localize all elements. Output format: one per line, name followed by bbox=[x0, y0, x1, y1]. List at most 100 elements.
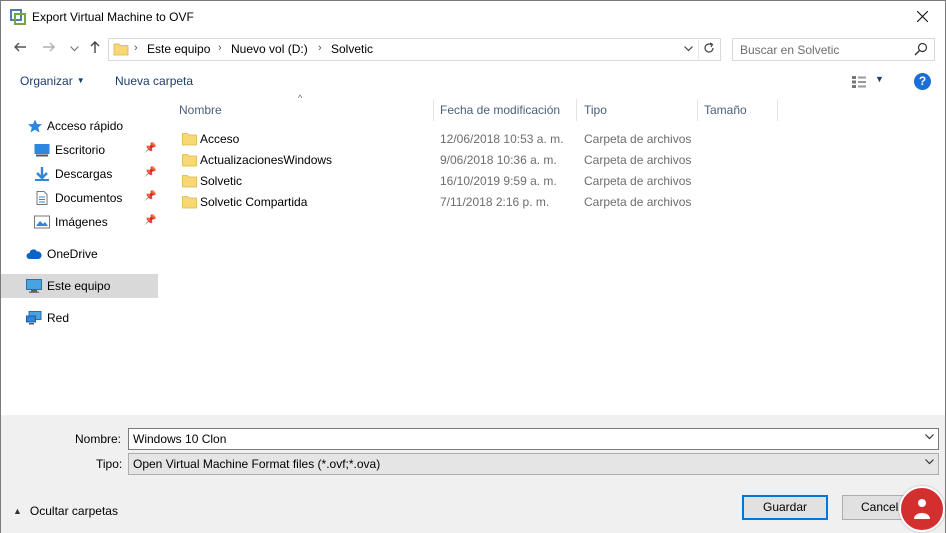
help-icon[interactable]: ? bbox=[914, 73, 931, 90]
file-name: Solvetic bbox=[200, 174, 243, 188]
sidebar-item-label: Descargas bbox=[55, 167, 113, 181]
new-folder-button[interactable]: Nueva carpeta bbox=[115, 74, 193, 88]
back-arrow-icon bbox=[14, 42, 26, 52]
file-type-dropdown-button[interactable] bbox=[925, 457, 934, 468]
recent-locations-button[interactable] bbox=[65, 40, 83, 58]
sidebar-item-label: Red bbox=[47, 311, 70, 325]
navigation-bar: › Este equipo › Nuevo vol (D:) › Solveti… bbox=[1, 35, 945, 63]
file-type: Carpeta de archivos bbox=[584, 132, 692, 146]
sidebar-item-imagenes[interactable]: Imágenes 📌 bbox=[1, 210, 158, 234]
column-divider[interactable] bbox=[576, 99, 577, 121]
file-list: ^ Nombre Fecha de modificación Tipo Tama… bbox=[161, 93, 945, 415]
organize-label: Organizar bbox=[20, 74, 73, 88]
view-options-icon[interactable] bbox=[851, 75, 867, 89]
breadcrumb-este-equipo[interactable]: Este equipo bbox=[147, 42, 210, 56]
file-type-select[interactable]: Open Virtual Machine Format files (*.ovf… bbox=[128, 453, 939, 475]
address-bar[interactable]: › Este equipo › Nuevo vol (D:) › Solveti… bbox=[108, 38, 721, 61]
caret-down-icon: ▼ bbox=[76, 76, 85, 85]
column-divider[interactable] bbox=[777, 99, 778, 121]
view-options-caret-icon[interactable]: ▼ bbox=[875, 74, 884, 84]
file-row[interactable]: Solvetic Compartida 7/11/2018 2:16 p. m.… bbox=[179, 192, 699, 213]
document-icon bbox=[36, 191, 48, 205]
file-type: Carpeta de archivos bbox=[584, 174, 692, 188]
sidebar-item-descargas[interactable]: Descargas 📌 bbox=[1, 162, 158, 186]
sidebar-item-documentos[interactable]: Documentos 📌 bbox=[1, 186, 158, 210]
sidebar-item-acceso-rapido[interactable]: Acceso rápido bbox=[1, 114, 158, 138]
title-bar: Export Virtual Machine to OVF bbox=[1, 1, 945, 33]
sort-ascending-icon: ^ bbox=[298, 93, 303, 103]
sidebar-item-onedrive[interactable]: OneDrive bbox=[1, 242, 158, 266]
file-row[interactable]: Solvetic 16/10/2019 9:59 a. m. Carpeta d… bbox=[179, 171, 699, 192]
solvetic-logo bbox=[899, 486, 945, 532]
file-name-label: Nombre: bbox=[75, 432, 122, 446]
sidebar-item-label: Imágenes bbox=[55, 215, 108, 229]
sidebar-item-escritorio[interactable]: Escritorio 📌 bbox=[1, 138, 158, 162]
refresh-button[interactable] bbox=[698, 40, 718, 59]
forward-button[interactable] bbox=[40, 40, 58, 58]
folder-icon bbox=[113, 43, 129, 56]
file-date: 12/06/2018 10:53 a. m. bbox=[440, 132, 564, 146]
file-name-combobox bbox=[128, 428, 939, 450]
folder-icon bbox=[182, 175, 197, 188]
file-type: Carpeta de archivos bbox=[584, 153, 692, 167]
sidebar-item-este-equipo[interactable]: Este equipo bbox=[1, 274, 158, 298]
breadcrumb-separator: › bbox=[318, 42, 322, 54]
column-header-date[interactable]: Fecha de modificación bbox=[440, 103, 560, 117]
folder-icon bbox=[182, 133, 197, 146]
sidebar-item-label: Este equipo bbox=[47, 279, 111, 293]
file-row[interactable]: ActualizacionesWindows 9/06/2018 10:36 a… bbox=[179, 150, 699, 171]
breadcrumb-nuevo-vol[interactable]: Nuevo vol (D:) bbox=[231, 42, 308, 56]
chevron-down-icon bbox=[69, 46, 79, 52]
pictures-icon bbox=[34, 215, 50, 229]
close-button[interactable] bbox=[899, 1, 945, 32]
pin-icon[interactable]: 📌 bbox=[144, 191, 156, 202]
folder-icon bbox=[182, 196, 197, 209]
pin-icon[interactable]: 📌 bbox=[144, 215, 156, 226]
refresh-icon bbox=[703, 42, 714, 53]
search-icon[interactable] bbox=[914, 42, 928, 56]
save-options-panel: Nombre: Tipo: Open Virtual Machine Forma… bbox=[1, 415, 945, 533]
file-name: Solvetic Compartida bbox=[200, 195, 308, 209]
column-header-name[interactable]: Nombre bbox=[179, 103, 222, 117]
network-icon bbox=[26, 311, 42, 325]
chevron-down-icon bbox=[683, 46, 693, 52]
vmware-app-icon bbox=[10, 9, 26, 25]
up-button[interactable] bbox=[86, 40, 104, 58]
breadcrumb-solvetic[interactable]: Solvetic bbox=[331, 42, 373, 56]
back-button[interactable] bbox=[11, 40, 29, 58]
sidebar-item-label: OneDrive bbox=[47, 247, 98, 261]
file-row[interactable]: Acceso 12/06/2018 10:53 a. m. Carpeta de… bbox=[179, 129, 699, 150]
save-button[interactable]: Guardar bbox=[742, 495, 828, 520]
column-divider[interactable] bbox=[697, 99, 698, 121]
file-name-input[interactable] bbox=[129, 429, 914, 449]
file-type-value: Open Virtual Machine Format files (*.ovf… bbox=[133, 457, 381, 471]
file-type: Carpeta de archivos bbox=[584, 195, 692, 209]
pin-icon[interactable]: 📌 bbox=[144, 143, 156, 154]
column-header-type[interactable]: Tipo bbox=[584, 103, 607, 117]
sidebar-item-label: Escritorio bbox=[55, 143, 106, 157]
hide-folders-toggle[interactable]: ▲ Ocultar carpetas bbox=[13, 504, 118, 518]
breadcrumb-separator: › bbox=[134, 42, 138, 54]
column-header-size[interactable]: Tamaño bbox=[704, 103, 747, 117]
chevron-down-icon bbox=[925, 434, 934, 440]
forward-arrow-icon bbox=[43, 42, 55, 52]
navigation-pane: Acceso rápido Escritorio 📌 Descargas 📌 D… bbox=[1, 97, 161, 415]
column-divider[interactable] bbox=[433, 99, 434, 121]
organize-menu-button[interactable]: Organizar ▼ bbox=[20, 74, 85, 88]
file-date: 7/11/2018 2:16 p. m. bbox=[440, 195, 550, 209]
close-icon bbox=[916, 11, 928, 22]
search-input[interactable] bbox=[733, 39, 908, 60]
file-name: Acceso bbox=[200, 132, 240, 146]
pin-icon[interactable]: 📌 bbox=[144, 167, 156, 178]
sidebar-item-red[interactable]: Red bbox=[1, 306, 158, 330]
file-name-dropdown-button[interactable] bbox=[925, 432, 934, 443]
chevron-down-icon bbox=[925, 459, 934, 465]
up-arrow-icon bbox=[90, 41, 100, 53]
desktop-icon bbox=[34, 144, 50, 157]
file-name: ActualizacionesWindows bbox=[200, 153, 333, 167]
export-dialog: Export Virtual Machine to OVF › Este equ… bbox=[0, 0, 946, 533]
address-dropdown-button[interactable] bbox=[680, 41, 696, 58]
sidebar-item-label: Documentos bbox=[55, 191, 123, 205]
sidebar-item-label: Acceso rápido bbox=[47, 119, 124, 133]
computer-icon bbox=[26, 279, 42, 293]
